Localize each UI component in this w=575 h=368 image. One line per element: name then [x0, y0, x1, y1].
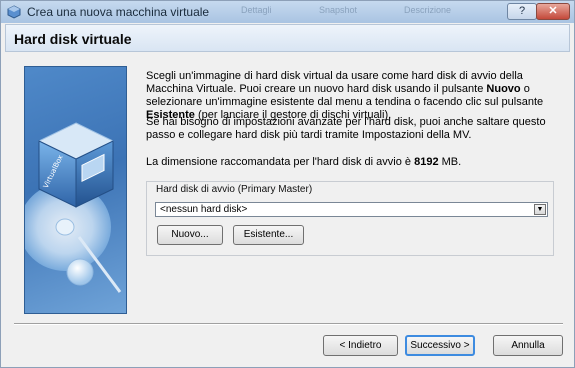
background-tab-snapshot: Snapshot [319, 5, 358, 15]
virtualbox-cube-illustration-icon: VirtualBox [25, 122, 122, 293]
boot-disk-group-label: Hard disk di avvio (Primary Master) [156, 184, 313, 195]
background-tab-details: Dettagli [241, 5, 272, 15]
footer-divider [14, 323, 563, 325]
title-bar: Crea una nuova macchina virtuale Dettagl… [1, 1, 574, 23]
virtualbox-side-image: VirtualBox [24, 66, 127, 314]
new-disk-button[interactable]: Nuovo... [157, 225, 223, 245]
recommended-size-paragraph: La dimensione raccomandata per l'hard di… [146, 156, 556, 169]
help-button[interactable]: ? [507, 3, 537, 20]
existing-disk-button[interactable]: Esistente... [233, 225, 304, 245]
page-title: Hard disk virtuale [14, 31, 132, 47]
close-button[interactable]: ✕ [536, 3, 570, 20]
boot-disk-selected-value: <nessun hard disk> [160, 204, 248, 215]
advanced-settings-paragraph: Se hai bisogno di impostazioni avanzate … [146, 116, 546, 141]
wizard-window: Crea una nuova macchina virtuale Dettagl… [0, 0, 575, 368]
boot-disk-group: Hard disk di avvio (Primary Master) <nes… [146, 181, 554, 256]
back-button[interactable]: < Indietro [323, 335, 398, 356]
intro-text-new-bold: Nuovo [486, 83, 521, 95]
dropdown-arrow-icon[interactable]: ▼ [534, 204, 546, 215]
virtualbox-app-icon [7, 5, 21, 19]
recommended-size-unit: MB. [438, 156, 462, 168]
intro-paragraph: Scegli un'immagine di hard disk virtual … [146, 70, 556, 122]
intro-text-1: Scegli un'immagine di hard disk virtual … [146, 70, 523, 95]
cancel-button[interactable]: Annulla [493, 335, 563, 356]
background-tab-description: Descrizione [404, 5, 452, 15]
wizard-content: VirtualBox Scegli un'immagine di hard di… [5, 53, 570, 323]
next-button[interactable]: Successivo > [405, 335, 475, 356]
boot-disk-select[interactable]: <nessun hard disk> ▼ [155, 202, 548, 217]
recommended-size-text: La dimensione raccomandata per l'hard di… [146, 156, 415, 168]
window-title: Crea una nuova macchina virtuale [27, 5, 210, 19]
wizard-header: Hard disk virtuale [5, 24, 570, 52]
recommended-size-value: 8192 [414, 156, 439, 168]
background-tabs: Dettagli Snapshot Descrizione [229, 3, 479, 17]
